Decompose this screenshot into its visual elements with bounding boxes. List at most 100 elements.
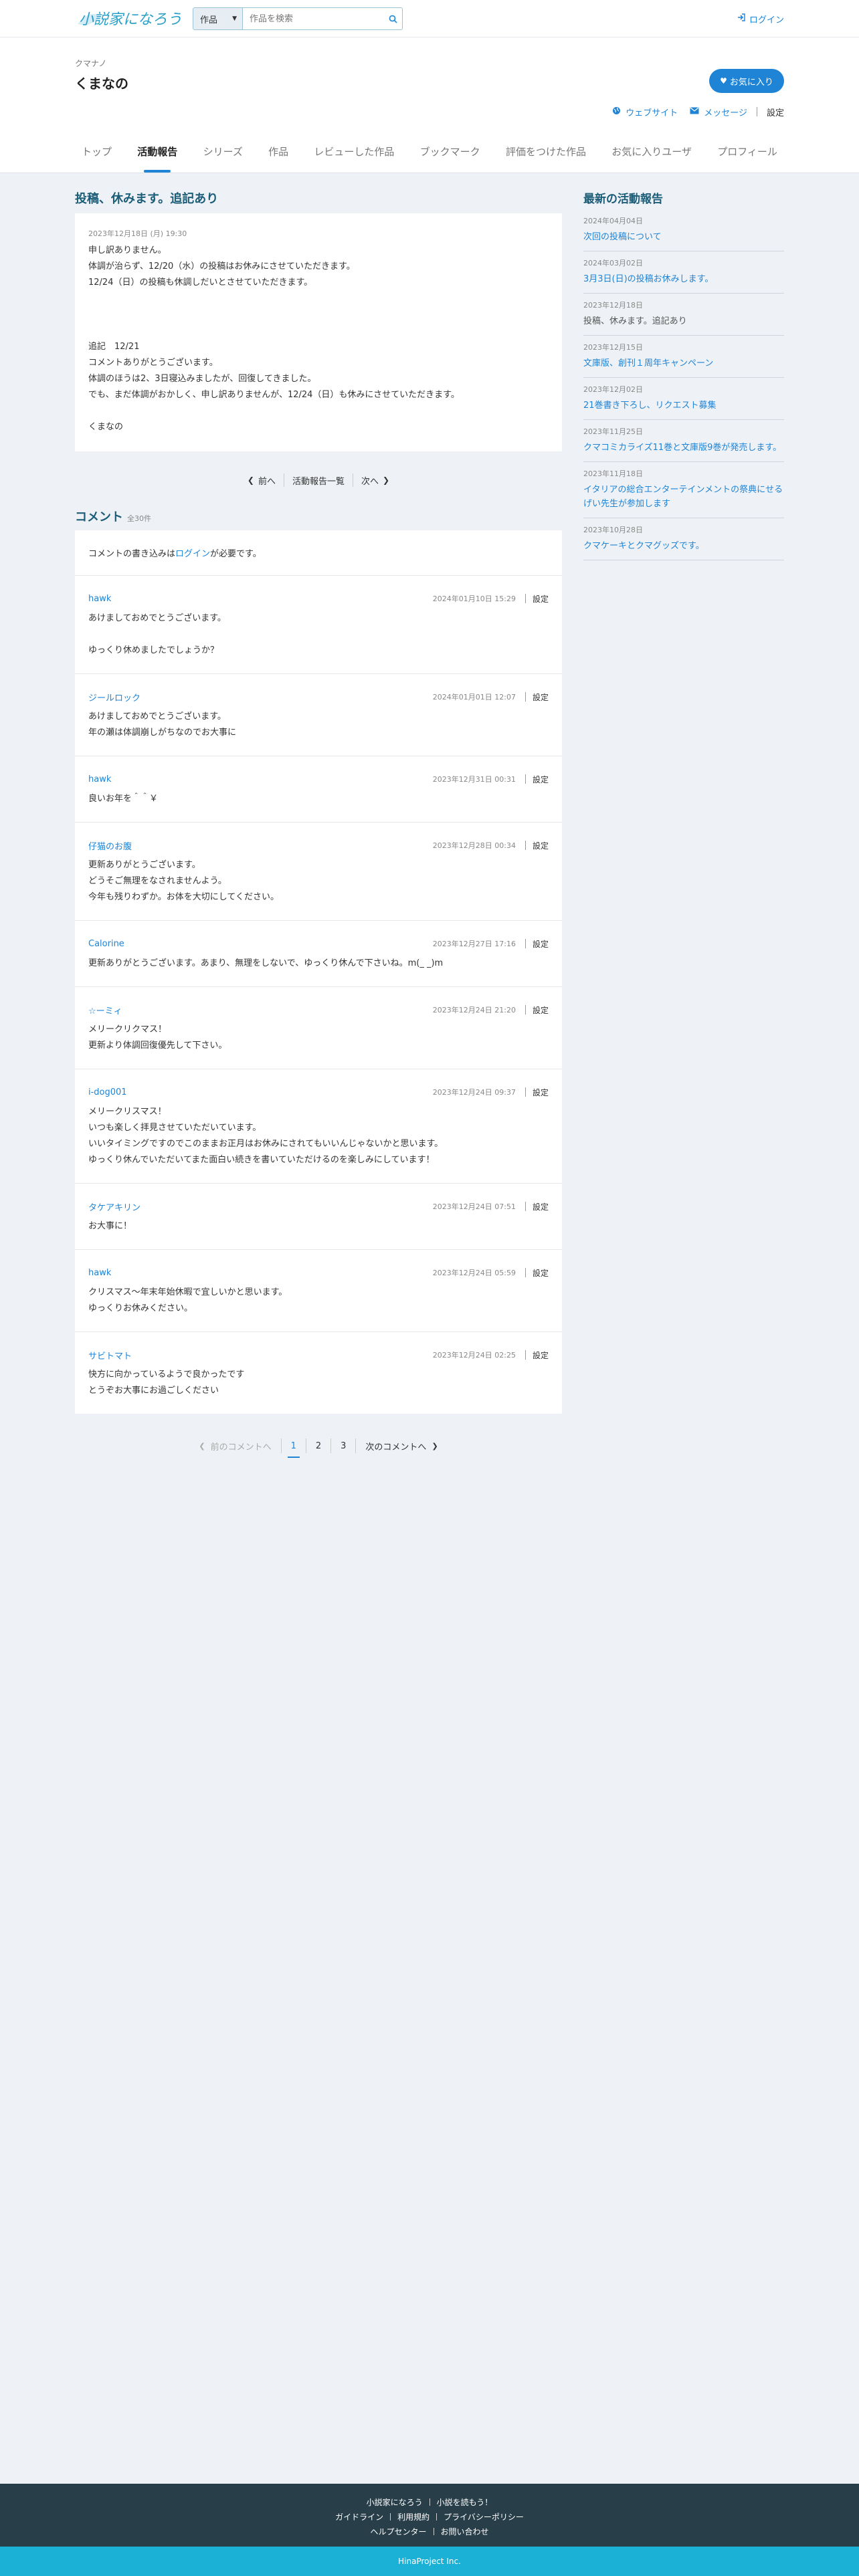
comment-setting-link[interactable]: 設定 <box>533 691 549 703</box>
prev-post-link[interactable]: ❮ 前へ <box>240 474 284 487</box>
post-line <box>88 291 549 307</box>
login-label: ログイン <box>749 15 784 25</box>
favorite-button[interactable]: ♥ お気に入り <box>709 69 784 93</box>
comment-header: i-dog001 2023年12月24日 09:37 設定 <box>88 1085 549 1099</box>
report-list-link[interactable]: 活動報告一覧 <box>284 474 353 487</box>
comment-user-link[interactable]: サビトマト <box>88 1349 132 1362</box>
tab-top[interactable]: トップ <box>82 139 112 173</box>
report-date: 2023年11月25日 <box>583 427 643 436</box>
search-category-select[interactable]: 作品 ▼ <box>193 8 243 29</box>
prev-comments-link[interactable]: ❮ 前のコメントへ <box>189 1431 280 1461</box>
site-logo[interactable]: 小説家になろう <box>75 5 193 32</box>
tab-activity-report[interactable]: 活動報告 <box>137 139 177 173</box>
comment-user-link[interactable]: Calorine <box>88 939 124 949</box>
tab-rated-works[interactable]: 評価をつけた作品 <box>506 139 586 173</box>
footer-link[interactable]: 小説家になろう <box>367 2496 423 2508</box>
comment-user-link[interactable]: hawk <box>88 774 111 784</box>
report-item: 2023年12月18日 投稿、休みます。追記あり <box>583 294 784 336</box>
post-line: くまなの <box>88 422 124 432</box>
comment-setting-link[interactable]: 設定 <box>533 1201 549 1212</box>
tab-favorite-users[interactable]: お気に入りユーザ <box>611 139 692 173</box>
comment-line: 更新ありがとうございます。 <box>88 860 201 870</box>
comments-list: コメントの書き込みはログインが必要です。 hawk 2024年01月10日 15:… <box>75 530 562 1414</box>
divider <box>436 2512 438 2520</box>
main-content: 投稿、休みます。追記あり 2023年12月18日 (月) 19:30 申し訳あり… <box>75 173 784 1461</box>
comment-page-3[interactable]: 3 <box>331 1431 355 1461</box>
divider <box>524 1202 526 1211</box>
next-comments-link[interactable]: 次のコメントへ ❯ <box>356 1431 447 1461</box>
tab-series[interactable]: シリーズ <box>203 139 243 173</box>
post-line: 申し訳ありません。 <box>88 245 167 255</box>
comment-setting-link[interactable]: 設定 <box>533 774 549 785</box>
logo-text: 小説家になろう <box>79 11 182 28</box>
comment-setting-link[interactable]: 設定 <box>533 1004 549 1016</box>
report-link[interactable]: クマケーキとクマグッズです。 <box>583 539 784 553</box>
comment-setting-link[interactable]: 設定 <box>533 593 549 605</box>
comment-user-link[interactable]: タケアキリン <box>88 1200 140 1213</box>
tab-profile[interactable]: プロフィール <box>717 139 777 173</box>
footer-link[interactable]: お問い合わせ <box>441 2526 489 2537</box>
setting-link[interactable]: 設定 <box>767 106 784 118</box>
comment-line: いいタイミングですのでこのままお正月はお休みにされてもいいんじゃないかと思います… <box>88 1139 444 1149</box>
report-link[interactable]: 21巻書き下ろし、リクエスト募集 <box>583 399 784 413</box>
comment-meta: 2023年12月24日 05:59 設定 <box>433 1267 549 1279</box>
comment-setting-link[interactable]: 設定 <box>533 840 549 851</box>
comment-body: メリークリスマス！ いつも楽しく拝見させていただいています。 いいタイミングですので… <box>88 1104 549 1168</box>
footer-link[interactable]: ガイドライン <box>335 2511 383 2523</box>
tab-works[interactable]: 作品 <box>268 139 288 173</box>
report-link[interactable]: 3月3日(日)の投稿お休みします。 <box>583 272 784 286</box>
footer-link[interactable]: 小説を読もう！ <box>437 2496 493 2508</box>
footer-link[interactable]: 利用規約 <box>397 2511 430 2523</box>
comment-user-link[interactable]: i-dog001 <box>88 1087 127 1097</box>
prev-post-label: 前へ <box>258 476 276 487</box>
comment-page-1[interactable]: 1 <box>282 1431 306 1461</box>
comment-user-link[interactable]: 仔猫のお腹 <box>88 839 132 852</box>
next-comments-label: 次のコメントへ <box>365 1442 427 1453</box>
comment-setting-link[interactable]: 設定 <box>533 1350 549 1361</box>
report-list: 2024年04月04日 次回の投稿について 2024年03月02日 3月3日(日)の投… <box>583 209 784 560</box>
comment-meta: 2023年12月24日 02:25 設定 <box>433 1350 549 1361</box>
comment-user-link[interactable]: ジールロック <box>88 691 140 704</box>
login-required-note: コメントの書き込みはログインが必要です。 <box>75 530 562 576</box>
report-link[interactable]: イタリアの総合エンターテインメントの祭典にせるげい先生が参加します <box>583 483 784 511</box>
sidebar-title: 最新の活動報告 <box>583 193 663 206</box>
comment-setting-link[interactable]: 設定 <box>533 938 549 950</box>
comment-setting-link[interactable]: 設定 <box>533 1087 549 1098</box>
comments-header: コメント 全30件 <box>75 508 562 524</box>
divider <box>524 841 526 850</box>
footer-link[interactable]: プライバシーポリシー <box>444 2511 524 2523</box>
comment-body: 更新ありがとうございます。あまり、無理をしないで、ゆっくり休んで下さいね。m(_… <box>88 956 549 972</box>
comment-user-link[interactable]: ☆ーミィ <box>88 1004 122 1016</box>
comment-header: タケアキリン 2023年12月24日 07:51 設定 <box>88 1200 549 1213</box>
divider <box>524 594 526 603</box>
post-line: 体調のほうは2、3日寝込みましたが、回復してきました。 <box>88 374 316 384</box>
website-link[interactable]: ウェブサイト <box>612 106 678 118</box>
search-category-value: 作品 <box>200 15 218 25</box>
next-post-link[interactable]: 次へ ❯ <box>353 474 397 487</box>
search-input[interactable] <box>243 8 383 29</box>
comment-item: タケアキリン 2023年12月24日 07:51 設定 お大事に！ <box>75 1184 562 1250</box>
message-link[interactable]: メッセージ <box>690 106 747 118</box>
comment-setting-link[interactable]: 設定 <box>533 1267 549 1279</box>
comment-user-link[interactable]: hawk <box>88 1268 111 1278</box>
login-link[interactable]: ログイン <box>737 0 784 37</box>
report-link[interactable]: クマコミカライズ11巻と文庫版9巻が発売します。 <box>583 441 784 455</box>
comment-user-link[interactable]: hawk <box>88 594 111 604</box>
tab-bookmarks[interactable]: ブックマーク <box>420 139 480 173</box>
report-link[interactable]: 文庫版、創刊１周年キャンペーン <box>583 356 784 370</box>
comment-header: Calorine 2023年12月27日 17:16 設定 <box>88 937 549 950</box>
post-date: 2023年12月18日 (月) 19:30 <box>88 229 187 238</box>
comment-page-2[interactable]: 2 <box>306 1431 330 1461</box>
login-note-link[interactable]: ログイン <box>175 549 210 559</box>
post-line: でも、まだ体調がおかしく、申し訳ありませんが、12/24（日）も休みにさせていた… <box>88 390 460 400</box>
search-button[interactable] <box>383 8 402 29</box>
comment-line: 更新より体調回復優先して下さい。 <box>88 1041 227 1051</box>
heart-icon: ♥ <box>720 76 727 86</box>
tab-reviewed-works[interactable]: レビューした作品 <box>314 139 394 173</box>
footer-link[interactable]: ヘルプセンター <box>370 2526 426 2537</box>
report-link[interactable]: 次回の投稿について <box>583 230 784 244</box>
comment-date: 2023年12月28日 00:34 <box>432 841 516 850</box>
report-item: 2023年11月25日クマコミカライズ11巻と文庫版9巻が発売します。 <box>583 420 784 462</box>
post-line <box>88 307 549 323</box>
comment-line: ゆっくり休んでいただいてまた面白い続きを書いていただけるのを楽しみにしています！ <box>88 1155 435 1165</box>
